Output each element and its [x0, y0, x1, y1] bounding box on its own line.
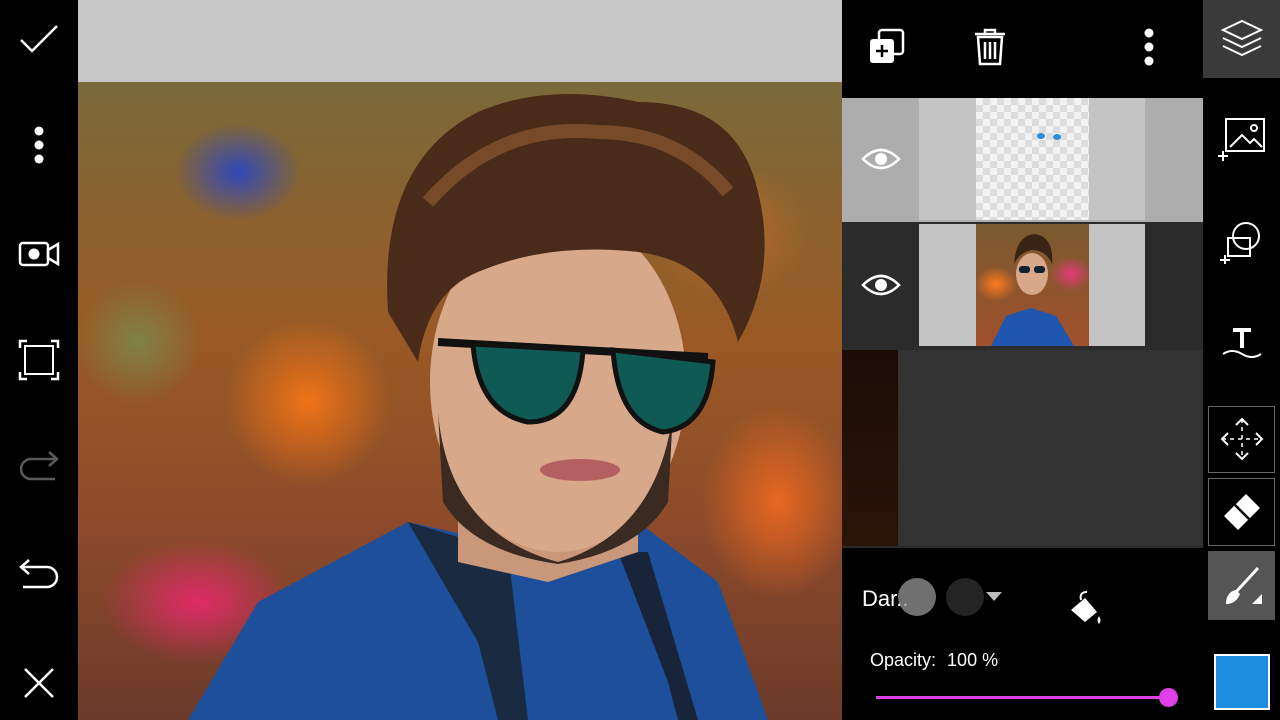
slider-thumb[interactable] — [1159, 688, 1178, 707]
add-image-icon[interactable] — [1207, 104, 1276, 174]
undo-icon[interactable] — [14, 549, 64, 599]
chevron-down-icon — [986, 592, 1002, 601]
paint-bucket-icon[interactable] — [1060, 586, 1110, 630]
eye-icon[interactable] — [856, 262, 906, 308]
opacity-label-row: Opacity: 100 % — [870, 650, 998, 671]
blend-mode-dropdown[interactable]: Dar.. — [862, 578, 1002, 616]
layer-row-photo[interactable] — [842, 224, 1203, 348]
slider-fill — [876, 696, 1168, 699]
brush-icon[interactable] — [1207, 551, 1276, 621]
transparent-layer-thumbnail — [976, 98, 1089, 220]
layer-row-top[interactable] — [842, 98, 1203, 222]
layer-background-strip — [842, 350, 898, 546]
photo-layer-thumbnail — [976, 224, 1089, 346]
check-icon[interactable] — [14, 14, 64, 64]
move-icon[interactable] — [1207, 404, 1276, 474]
add-shape-icon[interactable] — [1207, 207, 1276, 277]
layer-thumbnail[interactable] — [919, 224, 1145, 346]
right-toolbar — [1203, 0, 1280, 720]
eye-icon[interactable] — [856, 136, 906, 182]
left-toolbar — [0, 0, 78, 720]
layers-panel: Dar.. Opacity: 100 % — [842, 0, 1203, 720]
delete-icon[interactable] — [965, 22, 1015, 72]
more-vertical-icon[interactable] — [14, 120, 64, 170]
portrait-photo[interactable] — [78, 82, 842, 720]
touch-indicator — [946, 578, 984, 616]
redo-icon[interactable] — [14, 441, 64, 491]
eraser-icon[interactable] — [1207, 477, 1276, 547]
add-layer-icon[interactable] — [862, 22, 912, 72]
layer-thumbnail[interactable] — [919, 98, 1145, 220]
touch-indicator — [898, 578, 936, 616]
crop-frame-icon[interactable] — [14, 335, 64, 385]
canvas-transparent-area — [78, 0, 842, 82]
text-icon[interactable] — [1207, 307, 1276, 377]
layers-icon[interactable] — [1207, 4, 1276, 74]
close-icon[interactable] — [14, 658, 64, 708]
layer-properties-bar: Dar.. Opacity: 100 % — [842, 548, 1203, 720]
color-swatch[interactable] — [1214, 654, 1270, 710]
video-record-icon[interactable] — [14, 229, 64, 279]
editing-canvas[interactable] — [78, 0, 842, 720]
more-vertical-icon[interactable] — [1124, 22, 1174, 72]
layers-header — [842, 0, 1203, 98]
opacity-label: Opacity: — [870, 650, 937, 670]
opacity-value: 100 % — [947, 650, 999, 670]
